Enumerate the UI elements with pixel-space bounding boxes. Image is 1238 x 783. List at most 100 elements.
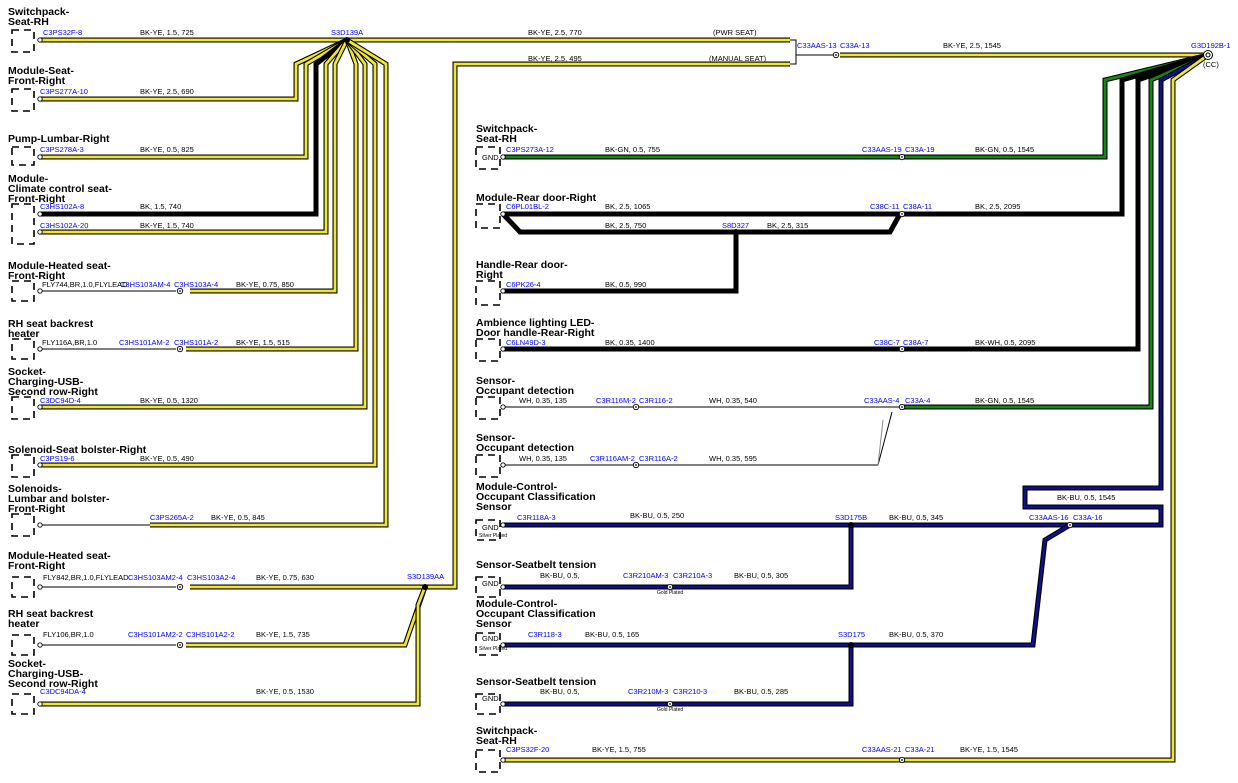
wire-label: BK-YE, 1.5, 755 — [592, 745, 646, 754]
connector-label: C3PS32F-20 — [506, 745, 549, 754]
connector-pin — [500, 211, 506, 217]
connector-pin — [37, 37, 43, 43]
connector-pin — [37, 96, 43, 102]
wire-label: BK-GN, 0.5, 1545 — [975, 396, 1034, 405]
component-outline — [11, 29, 35, 53]
wire-rear-door — [503, 52, 1209, 217]
component-outline — [11, 88, 35, 112]
connector-label: C3R116AM-2 — [590, 454, 635, 463]
wire-label: BK-BU, 0.5, 305 — [734, 571, 788, 580]
connector-label: C33AAS-16 — [1029, 513, 1069, 522]
wire-label: BK-YE, 0.5, 845 — [211, 513, 265, 522]
inline-connector-center — [901, 156, 903, 158]
wire-label: BK-YE, 0.5, 825 — [140, 145, 194, 154]
connector-pin — [500, 522, 506, 528]
connector-pin — [37, 642, 43, 648]
inline-connector-center — [669, 586, 671, 588]
connector-label: C3R210M-3 — [628, 687, 668, 696]
inline-connector-center — [179, 348, 181, 350]
wire-label: BK-YE, 2.5, 1545 — [943, 41, 1001, 50]
wire-label: BK-YE, 0.75, 630 — [256, 573, 314, 582]
connector-pin — [37, 404, 43, 410]
connector-label: C3PS19-6 — [40, 454, 75, 463]
wire-label: BK, 0.35, 1400 — [605, 338, 655, 347]
connector-label: C3R116-2 — [639, 396, 673, 405]
component-title: Sensor-Seatbelt tension — [476, 559, 596, 571]
wire-heated-seat — [190, 38, 350, 294]
wire-label: BK-WH, 0.5, 2095 — [975, 338, 1035, 347]
wire-label: BK-YE, 1.5, 735 — [256, 630, 310, 639]
wire-label: BK, 2.5, 750 — [605, 221, 646, 230]
connector-label: C3DC94DA-4 — [40, 687, 86, 696]
wire-label: BK-YE, 1.5, 740 — [140, 221, 194, 230]
gnd-label: GND — [482, 153, 499, 162]
inline-connector-center — [901, 213, 903, 215]
connector-label: C3R118A-3 — [517, 513, 556, 522]
splice-label: S3D175 — [838, 630, 865, 639]
connector-label: C3PS273A-12 — [506, 145, 554, 154]
connector-label: C38C-7 — [874, 338, 900, 347]
wire-label: BK-YE, 2.5, 690 — [140, 87, 194, 96]
component-outline — [11, 454, 35, 478]
connector-label: C38C-11 — [870, 202, 899, 211]
gnd-label: GND — [482, 694, 499, 703]
component-title: heater — [8, 618, 40, 630]
inline-connector-center — [635, 464, 637, 466]
splice-label: S8D327 — [722, 221, 749, 230]
connector-pin — [500, 757, 506, 763]
connector-label: C3HS103A-4 — [174, 280, 218, 289]
connector-label: C33AAS-19 — [862, 145, 902, 154]
fly-label: FLY116A,BR,1.0 — [42, 338, 97, 347]
connector-label: C6PL01BL-2 — [506, 202, 549, 211]
wire-label: BK, 0.5, 990 — [605, 280, 646, 289]
connector-pin — [500, 346, 506, 352]
component-outline — [475, 749, 501, 773]
splice-point — [848, 522, 854, 528]
inline-connector-center — [179, 290, 181, 292]
connector-label: C3HS101AM-2 — [119, 338, 169, 347]
connector-label: C3R210AM-3 — [623, 571, 668, 580]
connector-label: C3R210-3 — [673, 687, 707, 696]
component-title: heater — [8, 328, 40, 340]
inline-connector-center — [835, 54, 837, 56]
component-outline — [11, 396, 35, 420]
splice-point — [344, 37, 350, 43]
connector-label: C33A-13 — [840, 41, 870, 50]
inline-connector-center — [179, 586, 181, 588]
component-outline — [475, 338, 501, 362]
connector-label: C3PS277A-10 — [40, 87, 88, 96]
connector-label: C33A-21 — [905, 745, 935, 754]
component-outline — [11, 280, 35, 302]
wire-backrest-heater — [186, 39, 359, 352]
component-outline — [11, 338, 35, 360]
inline-connector-center — [901, 759, 903, 761]
component-title: Occupant detection — [476, 442, 574, 454]
wire-label: BK-BU, 0.5, 285 — [734, 687, 788, 696]
connector-pin — [500, 288, 506, 294]
gnd-label: GND — [482, 523, 499, 532]
connector-label: C3HS101A2-2 — [186, 630, 234, 639]
connector-label: C3HS102A-8 — [40, 202, 84, 211]
wire-label: BK-YE, 1.5, 515 — [236, 338, 290, 347]
wire-label: BK-BU, 0.5, 345 — [889, 513, 943, 522]
wire-label: BK-BU, 0.5, 165 — [585, 630, 639, 639]
wire-switchpack-gnd — [503, 52, 1209, 160]
wire-label: WH, 0.35, 135 — [519, 454, 567, 463]
component-title: Seat-RH — [476, 133, 517, 145]
connector-label: C33A-16 — [1073, 513, 1103, 522]
connector-pin — [500, 584, 506, 590]
wire-label: BK-YE, 0.5, 490 — [140, 454, 194, 463]
connector-label: G3D192B-1 — [1191, 41, 1231, 50]
component-title: Sensor — [476, 618, 512, 630]
fly-label: FLY744,BR,1.0,FLYLEAD — [42, 280, 128, 289]
component-outline — [11, 146, 35, 166]
connector-pin — [37, 288, 43, 294]
wire-label: BK-YE, 0.5, 1320 — [140, 396, 198, 405]
connector-pin — [37, 701, 43, 707]
wire-label: BK-YE, 0.5, 1530 — [256, 687, 314, 696]
wire-label: BK, 2.5, 315 — [767, 221, 808, 230]
manual-seat-note: (MANUAL SEAT) — [709, 54, 767, 63]
connector-label: C3HS103AM2-4 — [128, 573, 183, 582]
wire-label: BK-BU, 0.5, 370 — [889, 630, 943, 639]
component-outline — [475, 396, 501, 420]
